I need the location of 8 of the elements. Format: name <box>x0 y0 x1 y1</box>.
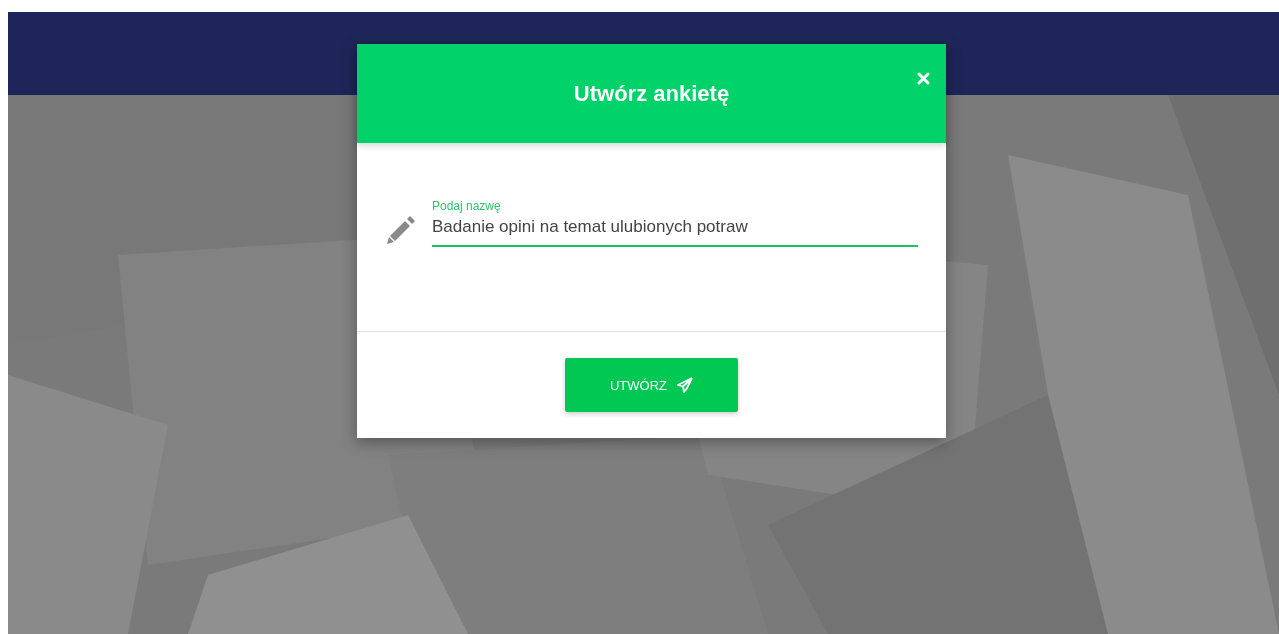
paper-plane-icon <box>677 377 693 393</box>
dialog-title: Utwórz ankietę <box>573 80 730 107</box>
close-button[interactable] <box>915 70 932 87</box>
close-icon <box>917 72 930 85</box>
pencil-icon <box>384 213 418 247</box>
input-field[interactable]: Podaj nazwę Badanie opini na temat ulubionych potraw <box>432 199 918 247</box>
field-value: Badanie opini na temat ulubionych potraw <box>432 217 749 237</box>
field-label: Podaj nazwę <box>432 199 502 213</box>
